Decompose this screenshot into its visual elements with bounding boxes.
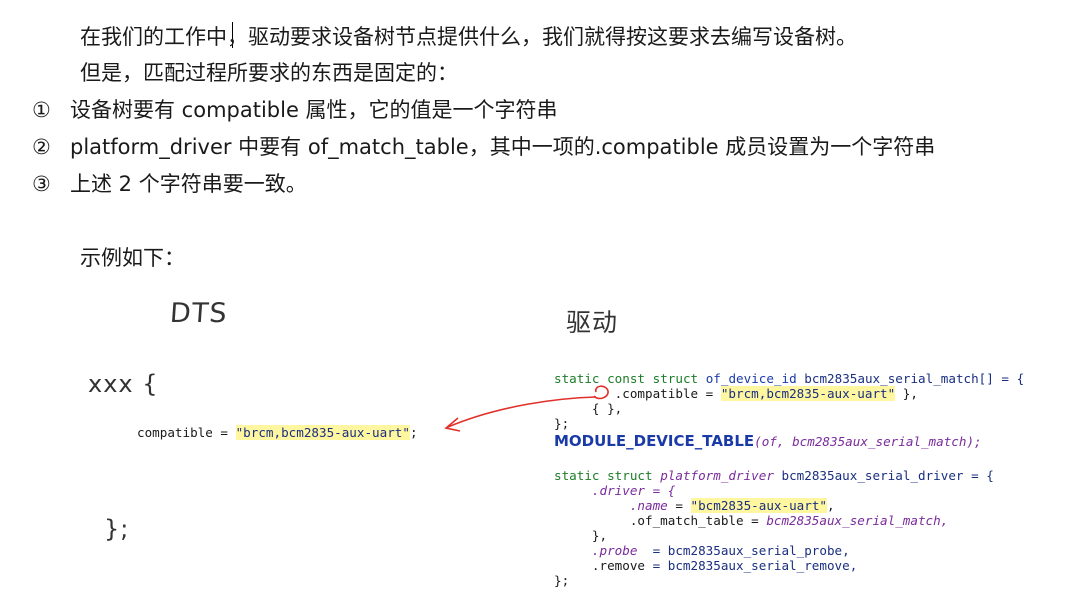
arrow-line	[447, 396, 597, 428]
match-arrow	[444, 385, 609, 432]
arrow-loop	[593, 385, 609, 400]
